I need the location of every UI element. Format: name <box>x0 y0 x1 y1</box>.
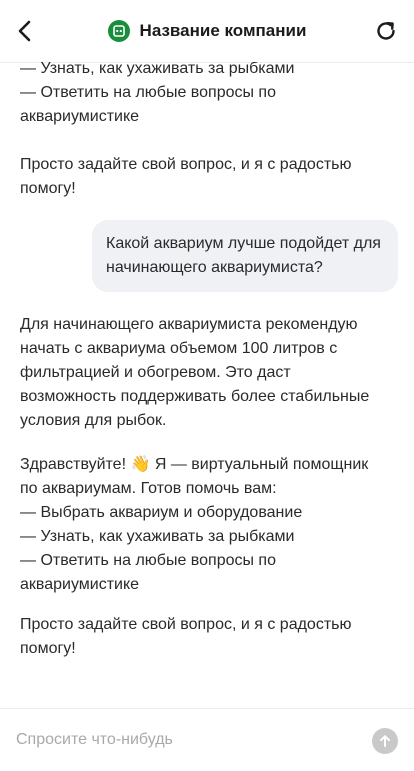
send-button[interactable] <box>372 728 398 754</box>
back-button[interactable] <box>10 16 38 46</box>
message-input[interactable] <box>16 727 356 753</box>
refresh-button[interactable] <box>372 17 400 45</box>
header-title-group: Название компании <box>107 20 307 42</box>
composer-bar <box>0 708 414 771</box>
chevron-left-icon <box>18 20 31 42</box>
refresh-icon <box>377 22 395 40</box>
user-message-bubble: Какой аквариум лучше подойдет для начина… <box>92 220 398 292</box>
page-title: Название компании <box>139 21 307 40</box>
chat-header: Название компании <box>0 0 414 63</box>
chat-thread: — Узнать, как ухаживать за рыбками — Отв… <box>0 62 414 708</box>
bot-message-prompt-bottom: Просто задайте свой вопрос, и я с радост… <box>20 616 352 657</box>
company-logo <box>107 20 130 42</box>
bot-message-partial: — Узнать, как ухаживать за рыбками — Отв… <box>20 62 295 125</box>
arrow-up-icon <box>380 735 390 747</box>
bot-message-greeting: Здравствуйте! 👋 Я — виртуальный помощник… <box>20 456 369 593</box>
bot-message-answer: Для начинающего аквариумиста рекомендую … <box>20 316 370 429</box>
chat-bot-icon <box>112 25 125 37</box>
bot-message-prompt-top: Просто задайте свой вопрос, и я с радост… <box>20 156 352 197</box>
